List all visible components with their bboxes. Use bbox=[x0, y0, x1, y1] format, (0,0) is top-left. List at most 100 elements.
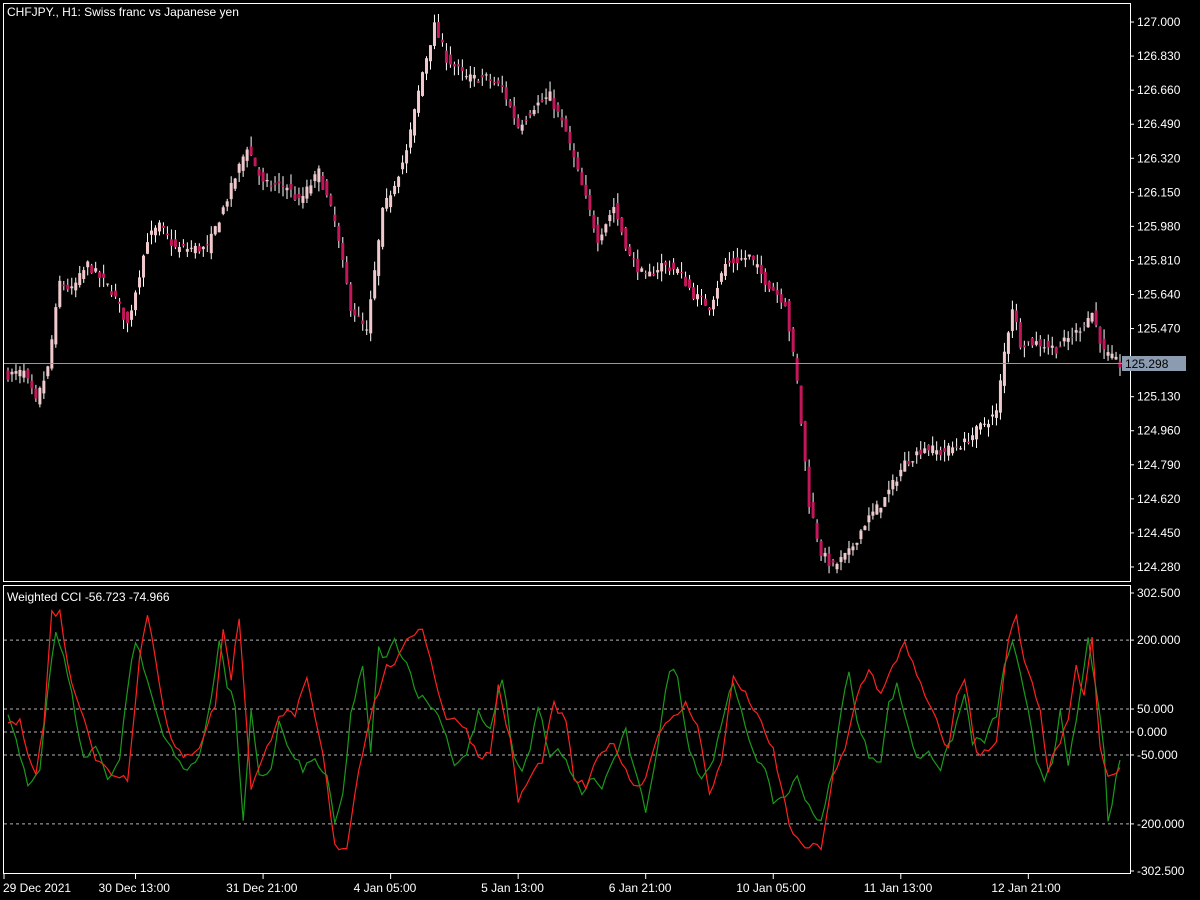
candle-body bbox=[1106, 352, 1110, 356]
candle-body bbox=[496, 80, 500, 84]
candle bbox=[624, 226, 628, 252]
candle-body bbox=[959, 448, 963, 450]
candle-body bbox=[401, 162, 405, 170]
candle-body bbox=[229, 182, 233, 200]
candle-body bbox=[189, 247, 193, 249]
candle-body bbox=[213, 226, 217, 235]
candle-body bbox=[253, 157, 257, 167]
candle-body bbox=[46, 366, 50, 377]
time-tick-label: 10 Jan 05:00 bbox=[736, 881, 806, 895]
candle-body bbox=[672, 262, 676, 270]
candle-body bbox=[349, 284, 353, 312]
candle-body bbox=[1046, 340, 1050, 348]
candle-body bbox=[209, 233, 213, 254]
candle-body bbox=[289, 183, 293, 190]
candle bbox=[1018, 318, 1022, 350]
candle-body bbox=[528, 112, 532, 116]
candle-body bbox=[452, 64, 456, 67]
candle bbox=[883, 497, 887, 508]
candle-body bbox=[851, 546, 855, 551]
candle-body bbox=[106, 283, 110, 285]
candle-body bbox=[711, 299, 715, 310]
candle-body bbox=[30, 380, 34, 389]
candle-body bbox=[564, 118, 568, 132]
cci-tick-label: -200.000 bbox=[1137, 817, 1185, 831]
candle-body bbox=[843, 552, 847, 560]
price-tick-label: 124.450 bbox=[1137, 526, 1181, 540]
candle-body bbox=[58, 280, 62, 307]
candle-body bbox=[1026, 341, 1030, 343]
candle-body bbox=[640, 268, 644, 272]
candle-body bbox=[361, 320, 365, 325]
candle-body bbox=[464, 76, 468, 78]
candle-body bbox=[664, 262, 668, 265]
candle-body bbox=[440, 39, 444, 43]
price-tick-label: 126.150 bbox=[1137, 185, 1181, 199]
candle-body bbox=[568, 132, 572, 144]
candle-body bbox=[915, 451, 919, 456]
candle-body bbox=[967, 441, 971, 444]
candle bbox=[791, 327, 795, 357]
candle-body bbox=[755, 264, 759, 268]
candle-body bbox=[771, 286, 775, 291]
candle-body bbox=[596, 224, 600, 243]
candle-body bbox=[432, 22, 436, 46]
candle-body bbox=[1042, 347, 1046, 349]
candle-body bbox=[935, 450, 939, 455]
candle-body bbox=[193, 245, 197, 254]
candle-body bbox=[177, 246, 181, 253]
candle-body bbox=[301, 195, 305, 203]
price-scale[interactable]: 127.000 126.830 126.660 126.490 126.320 126.1… bbox=[1130, 3, 1181, 582]
candle-body bbox=[353, 309, 357, 316]
candle-body bbox=[700, 295, 704, 297]
candle-body bbox=[38, 387, 42, 405]
candle-body bbox=[927, 445, 931, 451]
candle-body bbox=[911, 461, 915, 463]
candle-body bbox=[1090, 312, 1094, 322]
candle-body bbox=[436, 21, 440, 38]
candle-body bbox=[413, 109, 417, 136]
candle-body bbox=[285, 187, 289, 191]
candle-body bbox=[847, 548, 851, 555]
candle-body bbox=[110, 291, 114, 295]
candle-body bbox=[130, 310, 134, 320]
candle-body bbox=[831, 560, 835, 563]
candle-body bbox=[1082, 325, 1086, 327]
candle bbox=[50, 335, 54, 371]
candle bbox=[217, 221, 221, 233]
candle-body bbox=[249, 146, 253, 156]
candle-body bbox=[692, 287, 696, 299]
candle-body bbox=[1086, 317, 1090, 328]
price-tick-label: 125.640 bbox=[1137, 288, 1181, 302]
candle-body bbox=[612, 207, 616, 214]
candle bbox=[807, 459, 811, 514]
candle-body bbox=[839, 557, 843, 563]
candle-body bbox=[377, 240, 381, 276]
candle-body bbox=[297, 193, 301, 199]
cci-tick-label: -50.000 bbox=[1137, 748, 1178, 762]
candle-body bbox=[500, 85, 504, 88]
candle-body bbox=[1018, 322, 1022, 348]
cci-tick-label: -302.500 bbox=[1137, 864, 1185, 878]
candle-body bbox=[584, 184, 588, 196]
candle-body bbox=[660, 263, 664, 272]
time-tick-label: 6 Jan 21:00 bbox=[609, 881, 672, 895]
candle-body bbox=[444, 50, 448, 63]
candle-body bbox=[628, 246, 632, 255]
candle-body bbox=[1058, 346, 1062, 348]
candle bbox=[38, 386, 42, 408]
candle-body bbox=[269, 185, 273, 187]
candle bbox=[253, 157, 257, 167]
candle-body bbox=[656, 270, 660, 273]
price-tick-label: 124.620 bbox=[1137, 492, 1181, 506]
candle-body bbox=[385, 197, 389, 209]
candle-body bbox=[719, 273, 723, 282]
candle-body bbox=[1022, 345, 1026, 348]
candle-body bbox=[990, 414, 994, 417]
candle-body bbox=[604, 224, 608, 233]
candle-body bbox=[731, 258, 735, 264]
candle-body bbox=[201, 246, 205, 250]
candle bbox=[329, 193, 333, 207]
candle-body bbox=[217, 222, 221, 233]
candle bbox=[799, 385, 803, 427]
